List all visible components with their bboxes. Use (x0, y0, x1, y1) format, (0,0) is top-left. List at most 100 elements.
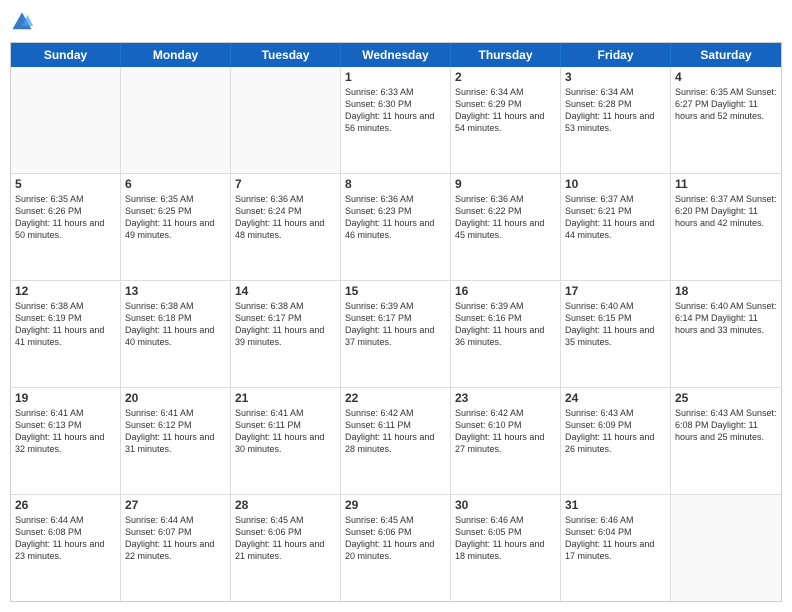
cal-cell: 26Sunrise: 6:44 AM Sunset: 6:08 PM Dayli… (11, 495, 121, 601)
day-info: Sunrise: 6:46 AM Sunset: 6:05 PM Dayligh… (455, 514, 556, 563)
day-info: Sunrise: 6:42 AM Sunset: 6:11 PM Dayligh… (345, 407, 446, 456)
day-number: 17 (565, 284, 666, 298)
cal-cell: 11 Sunrise: 6:37 AM Sunset: 6:20 PM Dayli… (671, 174, 781, 280)
day-info: Sunrise: 6:45 AM Sunset: 6:06 PM Dayligh… (345, 514, 446, 563)
day-number: 21 (235, 391, 336, 405)
cal-cell: 24 Sunrise: 6:43 AM Sunset: 6:09 PM Dayli… (561, 388, 671, 494)
header-day-sunday: Sunday (11, 43, 121, 67)
day-info: Sunrise: 6:45 AM Sunset: 6:06 PM Dayligh… (235, 514, 336, 563)
day-number: 25 (675, 391, 777, 405)
day-info: Sunrise: 6:41 AM Sunset: 6:13 PM Dayligh… (15, 407, 116, 456)
day-info: Sunrise: 6:43 AM Sunset: 6:09 PM Dayligh… (565, 407, 666, 456)
header (10, 10, 782, 34)
cal-cell (11, 67, 121, 173)
cal-cell: 17 Sunrise: 6:40 AM Sunset: 6:15 PM Dayli… (561, 281, 671, 387)
cal-cell: 22 Sunrise: 6:42 AM Sunset: 6:11 PM Dayli… (341, 388, 451, 494)
cal-cell: 29Sunrise: 6:45 AM Sunset: 6:06 PM Dayli… (341, 495, 451, 601)
day-info: Sunrise: 6:46 AM Sunset: 6:04 PM Dayligh… (565, 514, 666, 563)
day-info: Sunrise: 6:41 AM Sunset: 6:12 PM Dayligh… (125, 407, 226, 456)
day-number: 30 (455, 498, 556, 512)
day-number: 16 (455, 284, 556, 298)
day-number: 9 (455, 177, 556, 191)
cal-cell: 10 Sunrise: 6:37 AM Sunset: 6:21 PM Dayli… (561, 174, 671, 280)
calendar-header: SundayMondayTuesdayWednesdayThursdayFrid… (11, 43, 781, 67)
header-day-saturday: Saturday (671, 43, 781, 67)
day-info: Sunrise: 6:33 AM Sunset: 6:30 PM Dayligh… (345, 86, 446, 135)
day-info: Sunrise: 6:38 AM Sunset: 6:18 PM Dayligh… (125, 300, 226, 349)
cal-cell: 5Sunrise: 6:35 AM Sunset: 6:26 PM Daylig… (11, 174, 121, 280)
logo (10, 10, 36, 34)
day-info: Sunrise: 6:37 AM Sunset: 6:21 PM Dayligh… (565, 193, 666, 242)
logo-icon (10, 10, 34, 34)
week-row-1: 1Sunrise: 6:33 AM Sunset: 6:30 PM Daylig… (11, 67, 781, 173)
cal-cell: 2 Sunrise: 6:34 AM Sunset: 6:29 PM Daylig… (451, 67, 561, 173)
week-row-3: 12 Sunrise: 6:38 AM Sunset: 6:19 PM Dayli… (11, 280, 781, 387)
cal-cell: 23Sunrise: 6:42 AM Sunset: 6:10 PM Dayli… (451, 388, 561, 494)
day-info: Sunrise: 6:35 AM Sunset: 6:25 PM Dayligh… (125, 193, 226, 242)
day-info: Sunrise: 6:34 AM Sunset: 6:29 PM Dayligh… (455, 86, 556, 135)
cal-cell: 28Sunrise: 6:45 AM Sunset: 6:06 PM Dayli… (231, 495, 341, 601)
cal-cell: 21Sunrise: 6:41 AM Sunset: 6:11 PM Dayli… (231, 388, 341, 494)
cal-cell: 15 Sunrise: 6:39 AM Sunset: 6:17 PM Dayli… (341, 281, 451, 387)
cal-cell: 14 Sunrise: 6:38 AM Sunset: 6:17 PM Dayli… (231, 281, 341, 387)
day-number: 10 (565, 177, 666, 191)
cal-cell: 7 Sunrise: 6:36 AM Sunset: 6:24 PM Daylig… (231, 174, 341, 280)
day-number: 31 (565, 498, 666, 512)
cal-cell (121, 67, 231, 173)
day-info: Sunrise: 6:38 AM Sunset: 6:17 PM Dayligh… (235, 300, 336, 349)
week-row-4: 19Sunrise: 6:41 AM Sunset: 6:13 PM Dayli… (11, 387, 781, 494)
day-number: 11 (675, 177, 777, 191)
cal-cell: 9 Sunrise: 6:36 AM Sunset: 6:22 PM Daylig… (451, 174, 561, 280)
day-number: 8 (345, 177, 446, 191)
cal-cell: 20 Sunrise: 6:41 AM Sunset: 6:12 PM Dayli… (121, 388, 231, 494)
day-number: 4 (675, 70, 777, 84)
cal-cell: 3 Sunrise: 6:34 AM Sunset: 6:28 PM Daylig… (561, 67, 671, 173)
cal-cell: 27 Sunrise: 6:44 AM Sunset: 6:07 PM Dayli… (121, 495, 231, 601)
day-number: 20 (125, 391, 226, 405)
day-number: 2 (455, 70, 556, 84)
day-number: 24 (565, 391, 666, 405)
day-info: Sunrise: 6:35 AM Sunset: 6:27 PM Dayligh… (675, 86, 777, 122)
day-info: Sunrise: 6:36 AM Sunset: 6:22 PM Dayligh… (455, 193, 556, 242)
day-number: 15 (345, 284, 446, 298)
day-number: 26 (15, 498, 116, 512)
cal-cell: 25 Sunrise: 6:43 AM Sunset: 6:08 PM Dayli… (671, 388, 781, 494)
cal-cell: 6Sunrise: 6:35 AM Sunset: 6:25 PM Daylig… (121, 174, 231, 280)
day-number: 14 (235, 284, 336, 298)
header-day-thursday: Thursday (451, 43, 561, 67)
week-row-5: 26Sunrise: 6:44 AM Sunset: 6:08 PM Dayli… (11, 494, 781, 601)
day-number: 27 (125, 498, 226, 512)
day-info: Sunrise: 6:36 AM Sunset: 6:24 PM Dayligh… (235, 193, 336, 242)
cal-cell: 19Sunrise: 6:41 AM Sunset: 6:13 PM Dayli… (11, 388, 121, 494)
calendar: SundayMondayTuesdayWednesdayThursdayFrid… (10, 42, 782, 602)
day-number: 7 (235, 177, 336, 191)
day-number: 22 (345, 391, 446, 405)
cal-cell (671, 495, 781, 601)
day-number: 3 (565, 70, 666, 84)
header-day-tuesday: Tuesday (231, 43, 341, 67)
day-info: Sunrise: 6:37 AM Sunset: 6:20 PM Dayligh… (675, 193, 777, 229)
day-info: Sunrise: 6:35 AM Sunset: 6:26 PM Dayligh… (15, 193, 116, 242)
cal-cell: 13 Sunrise: 6:38 AM Sunset: 6:18 PM Dayli… (121, 281, 231, 387)
header-day-monday: Monday (121, 43, 231, 67)
calendar-body: 1Sunrise: 6:33 AM Sunset: 6:30 PM Daylig… (11, 67, 781, 601)
day-info: Sunrise: 6:34 AM Sunset: 6:28 PM Dayligh… (565, 86, 666, 135)
day-info: Sunrise: 6:44 AM Sunset: 6:07 PM Dayligh… (125, 514, 226, 563)
cal-cell: 4 Sunrise: 6:35 AM Sunset: 6:27 PM Daylig… (671, 67, 781, 173)
cal-cell: 1Sunrise: 6:33 AM Sunset: 6:30 PM Daylig… (341, 67, 451, 173)
day-info: Sunrise: 6:40 AM Sunset: 6:15 PM Dayligh… (565, 300, 666, 349)
day-info: Sunrise: 6:39 AM Sunset: 6:16 PM Dayligh… (455, 300, 556, 349)
day-number: 18 (675, 284, 777, 298)
day-info: Sunrise: 6:43 AM Sunset: 6:08 PM Dayligh… (675, 407, 777, 443)
cal-cell: 12 Sunrise: 6:38 AM Sunset: 6:19 PM Dayli… (11, 281, 121, 387)
day-number: 13 (125, 284, 226, 298)
cal-cell: 16 Sunrise: 6:39 AM Sunset: 6:16 PM Dayli… (451, 281, 561, 387)
day-info: Sunrise: 6:40 AM Sunset: 6:14 PM Dayligh… (675, 300, 777, 336)
day-info: Sunrise: 6:38 AM Sunset: 6:19 PM Dayligh… (15, 300, 116, 349)
header-day-friday: Friday (561, 43, 671, 67)
day-number: 12 (15, 284, 116, 298)
day-info: Sunrise: 6:39 AM Sunset: 6:17 PM Dayligh… (345, 300, 446, 349)
day-number: 23 (455, 391, 556, 405)
cal-cell: 8Sunrise: 6:36 AM Sunset: 6:23 PM Daylig… (341, 174, 451, 280)
cal-cell: 31 Sunrise: 6:46 AM Sunset: 6:04 PM Dayli… (561, 495, 671, 601)
